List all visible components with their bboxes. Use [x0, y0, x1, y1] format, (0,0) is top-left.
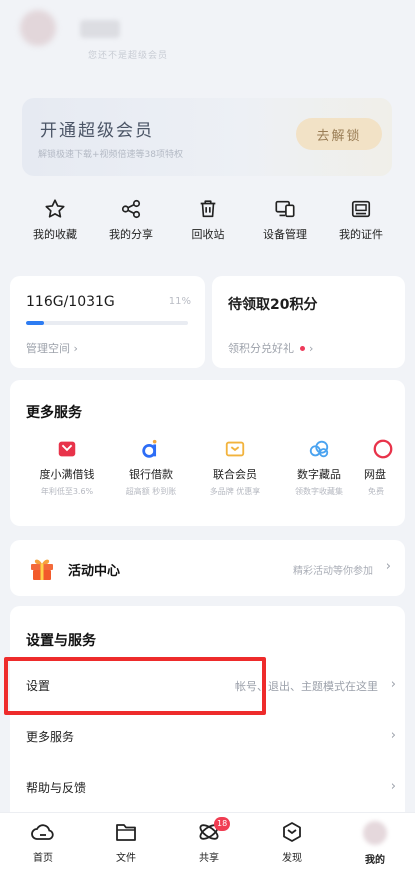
activity-center-title: 活动中心 — [68, 564, 121, 579]
service-sub: 多品牌 优惠享 — [209, 487, 261, 496]
chevron-right-icon: › — [385, 559, 391, 574]
redeem-points-link[interactable]: 领积分兑好礼 › — [228, 340, 313, 356]
vip-desc: 解锁极速下载+视频倍速等38项特权 — [38, 150, 183, 160]
device-management-button[interactable]: 设备管理 — [250, 194, 320, 242]
tab-label: 共享 — [199, 853, 219, 864]
tab-label: 我的 — [365, 855, 385, 866]
discover-icon — [283, 822, 301, 842]
home-cloud-icon — [31, 824, 54, 840]
points-title: 待领取20积分 — [228, 297, 318, 313]
service-name: 联合会员 — [213, 468, 257, 481]
my-favorites-button[interactable]: 我的收藏 — [20, 194, 90, 242]
recycle-bin-button[interactable]: 回收站 — [173, 194, 243, 242]
netdisk-icon — [373, 439, 393, 459]
tab-share[interactable]: 共享 18 — [174, 817, 244, 864]
service-item[interactable]: 网盘 免费 — [356, 438, 406, 497]
folder-icon — [116, 824, 136, 841]
chevron-right-icon: › — [309, 342, 314, 355]
help-feedback-row[interactable]: 帮助与反馈 › — [10, 763, 410, 813]
service-name: 数字藏品 — [297, 468, 341, 481]
tab-discover[interactable]: 发现 — [257, 821, 327, 864]
storage-percent: 11% — [168, 296, 191, 307]
quick-action-label: 设备管理 — [263, 228, 307, 241]
storage-progress-bar — [26, 321, 188, 325]
points-card[interactable]: 待领取20积分 领积分兑好礼 › — [212, 276, 405, 368]
service-sub: 年利低至3.6% — [40, 487, 94, 496]
storage-progress-fill — [26, 321, 44, 325]
chevron-right-icon: › — [390, 779, 396, 794]
chevron-right-icon: › — [73, 342, 78, 355]
cloud-collectible-icon — [309, 440, 329, 458]
service-name: 银行借款 — [129, 468, 173, 481]
wallet-icon — [58, 441, 76, 457]
manage-space-link[interactable]: 管理空间 › — [26, 340, 78, 356]
quick-actions: 我的收藏 我的分享 回收站 设备管理 我的证件 — [0, 194, 415, 254]
avatar — [363, 821, 387, 845]
more-services-card: 更多服务 度小满借钱 年利低至3.6% 银行借款 超高额 秒到账 联合会员 多品… — [10, 380, 405, 526]
tab-me[interactable]: 我的 — [340, 821, 410, 866]
service-item[interactable]: 联合会员 多品牌 优惠享 — [190, 438, 280, 497]
chevron-right-icon: › — [390, 677, 396, 692]
manage-space-label: 管理空间 — [26, 342, 70, 355]
my-documents-button[interactable]: 我的证件 — [326, 194, 396, 242]
activity-center-row[interactable]: 活动中心 精彩活动等你参加 › — [10, 540, 405, 596]
quick-action-label: 我的证件 — [339, 228, 383, 241]
help-feedback-row-label: 帮助与反馈 — [26, 781, 87, 795]
settings-services-title: 设置与服务 — [26, 633, 96, 649]
star-icon — [45, 199, 65, 218]
tab-home[interactable]: 首页 — [8, 821, 78, 864]
more-services-title: 更多服务 — [26, 405, 82, 421]
chevron-right-icon: › — [390, 728, 396, 743]
tab-label: 文件 — [116, 853, 136, 864]
username — [80, 20, 120, 38]
devices-icon — [275, 200, 295, 218]
notification-badge: 18 — [214, 817, 231, 831]
bottom-tab-bar: 首页 文件 共享 18 发现 我的 — [0, 812, 415, 869]
service-name: 网盘 — [364, 468, 386, 481]
service-item[interactable]: 数字藏品 领数字收藏集 — [274, 438, 364, 497]
service-sub: 免费 — [368, 487, 384, 496]
service-name: 度小满借钱 — [39, 468, 95, 481]
highlight-box — [4, 657, 266, 715]
gift-icon — [31, 559, 53, 580]
service-item[interactable]: 度小满借钱 年利低至3.6% — [22, 438, 112, 497]
tab-label: 首页 — [33, 853, 53, 864]
notification-dot — [300, 346, 305, 351]
my-shares-button[interactable]: 我的分享 — [96, 194, 166, 242]
unlock-button[interactable]: 去解锁 — [296, 118, 382, 150]
activity-center-sub: 精彩活动等你参加 — [293, 566, 373, 577]
storage-card[interactable]: 116G/1031G 11% 管理空间 › — [10, 276, 205, 368]
redeem-points-label: 领积分兑好礼 — [228, 342, 294, 355]
more-services-row-label: 更多服务 — [26, 730, 75, 744]
storage-usage: 116G/1031G — [26, 294, 115, 310]
vip-status: 您还不是超级会员 — [88, 51, 169, 61]
quick-action-label: 我的收藏 — [33, 228, 77, 241]
quick-action-label: 我的分享 — [109, 228, 153, 241]
quick-action-label: 回收站 — [191, 228, 225, 241]
membership-icon — [225, 441, 245, 457]
vip-card[interactable]: 开通超级会员 解锁极速下载+视频倍速等38项特权 去解锁 — [22, 98, 392, 176]
loan-icon — [142, 439, 157, 458]
share-icon — [121, 199, 141, 219]
service-sub: 领数字收藏集 — [295, 487, 343, 496]
services-row: 度小满借钱 年利低至3.6% 银行借款 超高额 秒到账 联合会员 多品牌 优惠享… — [0, 438, 415, 508]
id-card-icon — [351, 200, 371, 218]
more-services-row[interactable]: 更多服务 › — [10, 712, 410, 762]
avatar[interactable] — [20, 10, 56, 46]
tab-files[interactable]: 文件 — [91, 821, 161, 864]
trash-icon — [200, 200, 216, 218]
service-item[interactable]: 银行借款 超高额 秒到账 — [106, 438, 196, 497]
service-sub: 超高额 秒到账 — [125, 487, 177, 496]
tab-label: 发现 — [282, 853, 302, 864]
vip-title: 开通超级会员 — [40, 121, 154, 141]
